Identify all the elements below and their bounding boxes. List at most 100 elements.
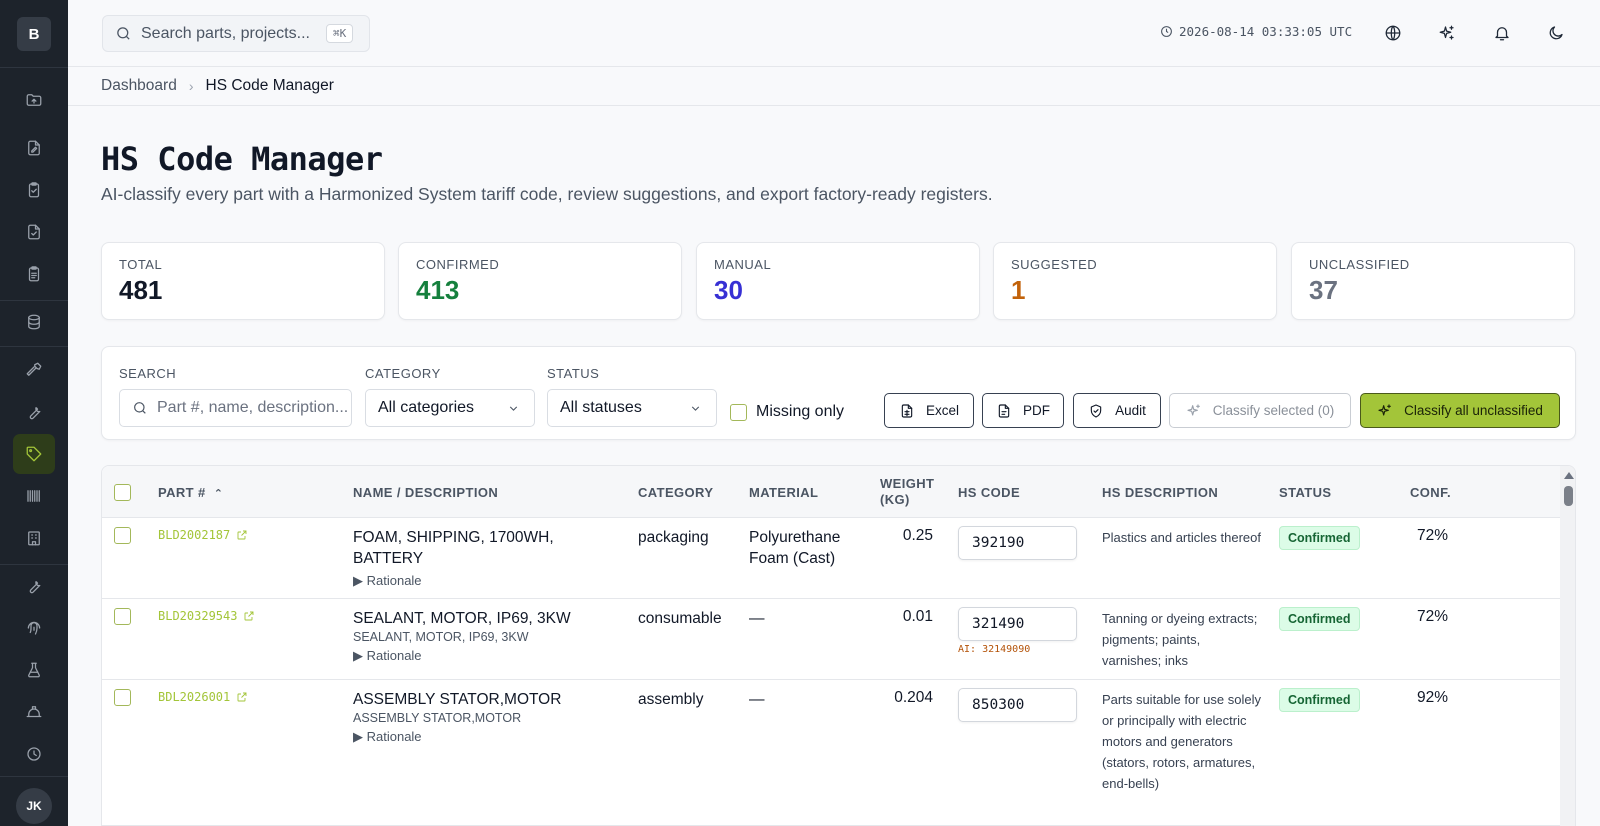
column-header-status[interactable]: STATUS [1279, 485, 1331, 500]
breadcrumb-dashboard-link[interactable]: Dashboard [101, 77, 177, 95]
table-scrollbar[interactable] [1560, 466, 1575, 826]
sidebar-item-barcodes[interactable] [13, 476, 55, 516]
upload-folder-icon [26, 94, 42, 106]
column-header-part-sort[interactable]: PART # ⌃ [158, 485, 223, 500]
part-name: SEALANT, MOTOR, IP69, 3KW [353, 610, 571, 627]
row-checkbox[interactable] [114, 689, 131, 706]
table-row[interactable]: BLD20329543 SEALANT, MOTOR, IP69, 3KW SE… [102, 599, 1560, 680]
part-number: BDL2026001 [158, 690, 231, 704]
database-icon [28, 314, 40, 330]
external-link-icon [245, 611, 254, 621]
sidebar-divider [0, 67, 68, 68]
search-shortcut-badge: ⌘K [325, 24, 354, 43]
sidebar-item-documents[interactable] [13, 128, 55, 168]
export-pdf-button[interactable]: PDF [982, 393, 1064, 428]
column-header-confidence[interactable]: CONF. [1410, 485, 1451, 500]
shield-check-icon [1090, 403, 1102, 418]
topbar: Search parts, projects... ⌘K 2026-08-14 … [68, 0, 1600, 67]
missing-only-checkbox[interactable] [730, 403, 747, 421]
column-header-weight-line2: (KG) [880, 492, 910, 507]
part-number-link[interactable]: BLD2002187 [158, 528, 248, 542]
category-select[interactable]: All categories [365, 389, 535, 427]
search-label: SEARCH [119, 366, 177, 381]
row-checkbox[interactable] [114, 527, 131, 544]
sidebar-item-checklists[interactable] [13, 170, 55, 210]
weight-value: 0.25 [902, 527, 933, 544]
column-header-category[interactable]: CATEGORY [638, 485, 713, 500]
sidebar-item-identity[interactable] [13, 608, 55, 648]
hs-code-input[interactable]: 850300 [958, 688, 1077, 722]
part-number-link[interactable]: BLD20329543 [158, 609, 255, 623]
sidebar-item-reports[interactable] [13, 254, 55, 294]
status-select[interactable]: All statuses [547, 389, 717, 427]
audit-button[interactable]: Audit [1073, 393, 1161, 428]
sidebar-item-factories[interactable] [13, 518, 55, 558]
hs-description: Tanning or dyeing extracts; pigments; pa… [1102, 611, 1258, 668]
sidebar-item-upload[interactable] [13, 80, 55, 120]
fingerprint-icon [27, 621, 41, 635]
missing-only-toggle[interactable]: Missing only [730, 403, 844, 421]
audit-label: Audit [1115, 403, 1146, 418]
theme-toggle-button[interactable] [1545, 22, 1567, 44]
parts-search-input[interactable]: Part #, name, description... [119, 389, 352, 427]
page-subtitle: AI-classify every part with a Harmonized… [101, 184, 993, 204]
part-number-link[interactable]: BDL2026001 [158, 690, 248, 704]
sidebar-item-safety[interactable] [13, 692, 55, 732]
hard-hat-icon [26, 706, 42, 718]
rationale-toggle[interactable]: ▶ Rationale [353, 573, 603, 589]
clipboard-list-icon [28, 266, 40, 282]
column-header-name[interactable]: NAME / DESCRIPTION [353, 485, 498, 500]
breadcrumb-divider [68, 105, 1600, 106]
column-header-hs-description[interactable]: HS DESCRIPTION [1102, 485, 1218, 500]
sparkles-icon [1187, 403, 1200, 416]
ai-assistant-button[interactable] [1436, 22, 1458, 44]
sidebar-item-history[interactable] [13, 734, 55, 774]
search-icon [134, 402, 146, 414]
stat-card-suggested: SUGGESTED 1 [993, 242, 1277, 320]
hs-code-input[interactable]: 321490 [958, 607, 1077, 641]
table-row[interactable]: BLD2002187 FOAM, SHIPPING, 1700WH, BATTE… [102, 518, 1560, 599]
scrollbar-thumb[interactable] [1564, 486, 1573, 506]
classify-all-button[interactable]: Classify all unclassified [1360, 393, 1560, 428]
hs-code-input[interactable]: 392190 [958, 526, 1077, 560]
classify-selected-button[interactable]: Classify selected (0) [1169, 393, 1351, 428]
wrench-icon [29, 581, 41, 594]
rationale-toggle[interactable]: ▶ Rationale [353, 729, 603, 745]
status-cell: Confirmed [1279, 607, 1360, 631]
scroll-up-arrow-icon[interactable] [1564, 472, 1574, 479]
global-search-input[interactable]: Search parts, projects... ⌘K [102, 15, 370, 52]
utc-timestamp: 2026-08-14 03:33:05 UTC [1179, 24, 1353, 39]
sort-ascending-icon: ⌃ [213, 488, 224, 500]
notifications-button[interactable] [1491, 22, 1513, 44]
export-excel-button[interactable]: Excel [884, 393, 974, 428]
hs-description: Plastics and articles thereof [1102, 530, 1261, 545]
hs-code-cell: 321490 AI: 32149090 [958, 607, 1077, 655]
chevron-down-icon [509, 406, 518, 411]
column-header-hs-code[interactable]: HS CODE [958, 485, 1020, 500]
language-button[interactable] [1382, 22, 1404, 44]
hammer-icon [26, 362, 42, 376]
part-number: BLD2002187 [158, 528, 231, 542]
sidebar-item-database[interactable] [13, 302, 55, 342]
sidebar-item-maintenance[interactable] [13, 392, 55, 432]
column-header-material[interactable]: MATERIAL [749, 485, 818, 500]
row-checkbox[interactable] [114, 608, 131, 625]
part-description: ASSEMBLY STATOR,MOTOR [353, 711, 522, 725]
table-row[interactable]: BDL2026001 ASSEMBLY STATOR,MOTOR ASSEMBL… [102, 680, 1560, 826]
ai-suggestion: AI: 32149090 [958, 644, 1031, 655]
user-avatar[interactable]: JK [16, 788, 52, 824]
sidebar-item-lab[interactable] [13, 650, 55, 690]
sidebar-item-tools[interactable] [13, 350, 55, 390]
sidebar-item-service[interactable] [13, 566, 55, 606]
sidebar-item-hs-codes[interactable] [13, 434, 55, 474]
classify-selected-label: Classify selected (0) [1212, 403, 1335, 418]
sidebar-divider [0, 300, 68, 301]
rationale-toggle[interactable]: ▶ Rationale [353, 648, 603, 664]
name-cell: ASSEMBLY STATOR,MOTOR ASSEMBLY STATOR,MO… [353, 689, 603, 745]
app-logo[interactable]: B [17, 17, 51, 51]
sidebar-item-approvals[interactable] [13, 212, 55, 252]
stat-value: 413 [416, 275, 460, 305]
column-header-weight[interactable]: WEIGHT (KG) [880, 476, 934, 508]
tag-icon [26, 446, 42, 462]
select-all-checkbox[interactable] [114, 484, 131, 501]
